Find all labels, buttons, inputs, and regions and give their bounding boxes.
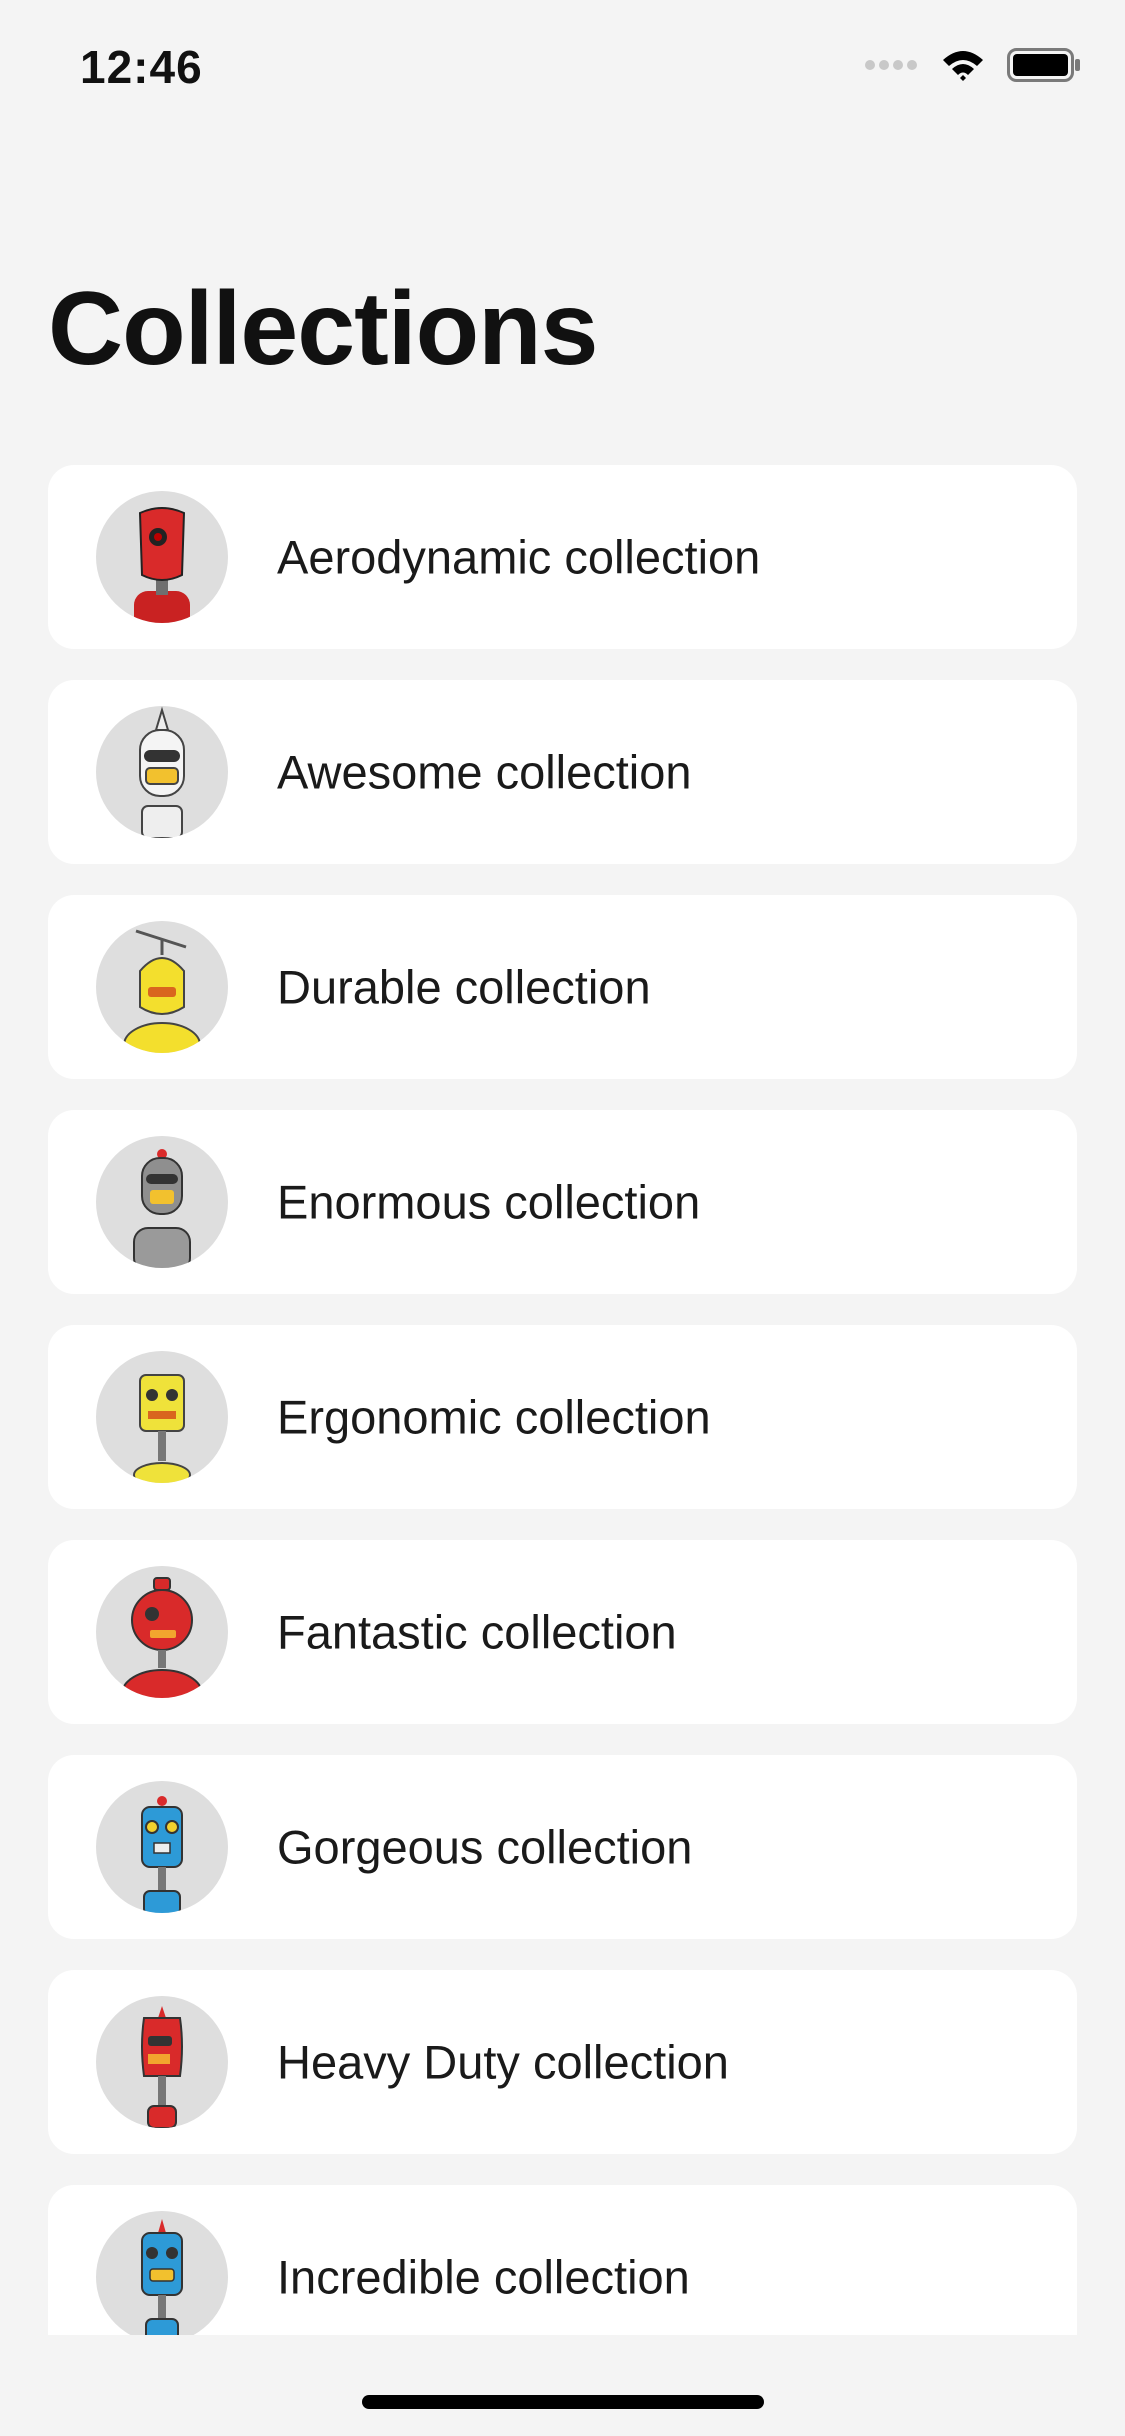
collection-card-heavy-duty[interactable]: Heavy Duty collection bbox=[48, 1970, 1077, 2154]
collection-card-gorgeous[interactable]: Gorgeous collection bbox=[48, 1755, 1077, 1939]
yellow-robot-avatar-icon bbox=[96, 1351, 228, 1483]
collection-label: Awesome collection bbox=[277, 745, 692, 799]
red-robot-avatar-icon bbox=[96, 491, 228, 623]
collection-card-awesome[interactable]: Awesome collection bbox=[48, 680, 1077, 864]
status-time: 12:46 bbox=[80, 41, 203, 93]
collection-label: Durable collection bbox=[277, 960, 651, 1014]
collection-card-enormous[interactable]: Enormous collection bbox=[48, 1110, 1077, 1294]
white-robot-avatar-icon bbox=[96, 706, 228, 838]
collection-card-ergonomic[interactable]: Ergonomic collection bbox=[48, 1325, 1077, 1509]
home-indicator[interactable] bbox=[362, 2395, 764, 2409]
collections-list[interactable]: Aerodynamic collection Awesome collectio… bbox=[48, 465, 1077, 2335]
collection-label: Aerodynamic collection bbox=[277, 530, 761, 584]
collection-label: Enormous collection bbox=[277, 1175, 701, 1229]
yellow-robot-avatar-icon bbox=[96, 921, 228, 1053]
status-bar: 12:46 bbox=[0, 0, 1125, 132]
collection-label: Incredible collection bbox=[277, 2250, 690, 2304]
collection-card-durable[interactable]: Durable collection bbox=[48, 895, 1077, 1079]
collection-label: Heavy Duty collection bbox=[277, 2035, 729, 2089]
collection-card-aerodynamic[interactable]: Aerodynamic collection bbox=[48, 465, 1077, 649]
page-title: Collections bbox=[48, 271, 599, 387]
wifi-icon bbox=[941, 48, 985, 87]
red-robot-avatar-icon bbox=[96, 1996, 228, 2128]
collection-card-fantastic[interactable]: Fantastic collection bbox=[48, 1540, 1077, 1724]
blue-robot-avatar-icon bbox=[96, 1781, 228, 1913]
battery-icon bbox=[1007, 48, 1081, 87]
status-icons bbox=[863, 48, 1081, 87]
blue-robot-avatar-icon bbox=[96, 2211, 228, 2335]
collection-card-incredible[interactable]: Incredible collection bbox=[48, 2185, 1077, 2335]
collection-label: Ergonomic collection bbox=[277, 1390, 711, 1444]
collection-label: Gorgeous collection bbox=[277, 1820, 693, 1874]
screen: 12:46 Collections Aerodynamic collection… bbox=[0, 0, 1125, 2436]
collection-label: Fantastic collection bbox=[277, 1605, 677, 1659]
gray-robot-avatar-icon bbox=[96, 1136, 228, 1268]
red-robot-avatar-icon bbox=[96, 1566, 228, 1698]
signal-icon bbox=[863, 58, 919, 77]
